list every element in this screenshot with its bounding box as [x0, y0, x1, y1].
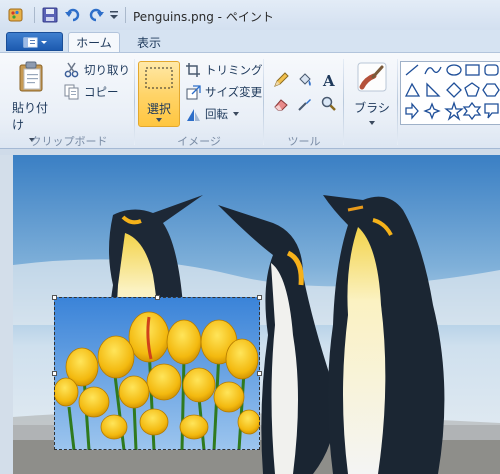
resize-icon	[186, 84, 201, 99]
paste-button[interactable]: 貼り付け	[12, 61, 52, 143]
scissors-icon	[64, 62, 79, 78]
select-button[interactable]: 選択	[138, 61, 180, 127]
title-bar: Penguins.png - ペイント	[0, 0, 500, 31]
crop-label: トリミング	[205, 63, 263, 77]
paint-app-icon[interactable]	[7, 6, 25, 24]
shapes-gallery-icons	[404, 64, 500, 121]
brush-icon	[357, 62, 387, 92]
callout-icon	[484, 103, 499, 119]
copy-button[interactable]: コピー	[64, 84, 119, 100]
hexagon-icon	[482, 83, 500, 97]
group-separator	[263, 59, 264, 145]
copy-label: コピー	[84, 85, 119, 99]
customize-qat-icon[interactable]	[109, 6, 119, 24]
shapes-gallery[interactable]	[400, 61, 500, 125]
paint-menu-button[interactable]	[6, 32, 63, 51]
canvas-workspace[interactable]	[0, 155, 500, 474]
paste-label: 貼り付け	[12, 101, 49, 132]
resize-handle-top-right[interactable]	[257, 295, 262, 300]
four-point-star-icon	[423, 102, 441, 120]
pasted-selection[interactable]	[52, 295, 262, 450]
five-point-star-icon	[444, 100, 464, 121]
selection-border	[54, 297, 260, 450]
fill-icon[interactable]	[295, 70, 315, 90]
chevron-down-icon	[233, 112, 239, 116]
select-label: 選択	[146, 102, 171, 116]
brushes-button[interactable]: ブラシ	[350, 61, 394, 126]
title-separator	[125, 7, 126, 23]
resize-handle-top[interactable]	[155, 295, 160, 300]
crop-button[interactable]: トリミング	[186, 62, 263, 78]
crop-icon	[186, 62, 200, 77]
oval-icon	[446, 64, 462, 76]
rotate-label: 回転	[205, 107, 228, 121]
svg-text:A: A	[322, 72, 335, 88]
group-separator	[343, 59, 344, 145]
brushes-label: ブラシ	[354, 101, 390, 115]
text-icon[interactable]: A	[319, 70, 339, 90]
cut-button[interactable]: 切り取り	[64, 62, 130, 78]
rectangle-icon	[465, 64, 480, 76]
tools-group-label: ツール	[287, 135, 321, 148]
ribbon-tab-row: ホーム 表示	[0, 30, 500, 52]
rounded-rectangle-icon	[484, 64, 499, 76]
six-point-star-icon	[462, 101, 482, 121]
resize-handle-right[interactable]	[257, 371, 262, 376]
copy-icon	[64, 84, 79, 100]
redo-icon[interactable]	[87, 6, 105, 24]
pencil-icon[interactable]	[271, 70, 291, 90]
ribbon: 貼り付け 切り取り コピー クリップボード 選択 トリミング サイズ変更 回転 …	[0, 52, 500, 149]
image-group-label: イメージ	[177, 135, 221, 148]
chevron-down-icon	[156, 118, 162, 122]
color-picker-icon[interactable]	[295, 94, 315, 114]
chevron-down-icon	[369, 121, 375, 125]
magnifier-icon[interactable]	[319, 94, 339, 114]
down-arrow-icon	[405, 102, 419, 120]
qat-separator	[34, 7, 35, 23]
curve-icon	[424, 66, 442, 75]
tab-home[interactable]: ホーム	[68, 32, 120, 52]
window-title: Penguins.png - ペイント	[133, 10, 274, 24]
resize-handle-top-left[interactable]	[52, 295, 57, 300]
clipboard-group-label: クリップボード	[30, 135, 108, 148]
resize-handle-left[interactable]	[52, 371, 57, 376]
right-triangle-icon	[426, 82, 441, 97]
resize-label: サイズ変更	[205, 85, 263, 99]
clipboard-icon	[19, 61, 43, 92]
pentagon-icon	[464, 82, 480, 97]
rotate-button[interactable]: 回転	[186, 106, 240, 122]
group-separator	[397, 59, 398, 145]
eraser-icon[interactable]	[271, 94, 291, 114]
cut-label: 切り取り	[84, 63, 130, 77]
save-icon[interactable]	[42, 6, 58, 24]
resize-button[interactable]: サイズ変更	[186, 84, 262, 100]
undo-icon[interactable]	[64, 6, 82, 24]
line-icon	[405, 64, 419, 76]
select-icon	[145, 67, 173, 89]
paint-menu-icon	[23, 37, 47, 47]
rotate-icon	[187, 108, 200, 121]
tab-view[interactable]: 表示	[124, 32, 174, 52]
triangle-icon	[404, 82, 421, 97]
group-separator	[134, 59, 135, 145]
diamond-icon	[446, 82, 462, 98]
